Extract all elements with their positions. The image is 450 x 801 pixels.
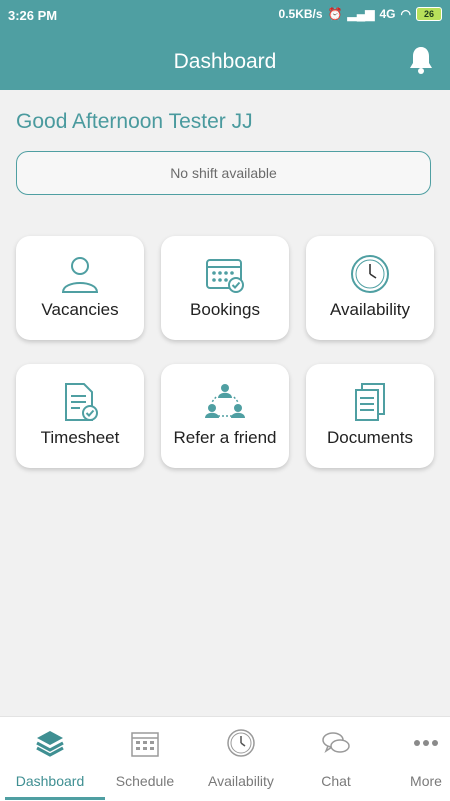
tile-label: Refer a friend [173,428,277,447]
nav-dashboard[interactable]: Dashboard [5,717,105,801]
calendar-check-icon [206,259,244,293]
tile-bookings[interactable]: Bookings [161,236,289,340]
nav-label: Schedule [115,773,175,789]
shift-status-box: No shift available [16,151,431,195]
clock-icon [351,255,389,293]
nav-schedule[interactable]: Schedule [100,717,190,801]
calendar-icon [131,732,159,757]
tile-availability[interactable]: Availability [306,236,434,340]
clock-icon [227,729,255,757]
more-dots-icon [414,740,438,746]
bottom-navigation: Dashboard Schedule Availability Chat Mor… [0,716,450,801]
nav-label: Chat [321,773,351,789]
chat-icon [322,732,350,753]
alarm-icon: ⏰ [327,7,343,21]
tile-timesheet[interactable]: Timesheet [16,364,144,468]
app-bar: Dashboard [0,32,450,90]
greeting-text: Good Afternoon Tester JJ [16,110,253,133]
signal-icon: ▂▄▆ [347,7,375,21]
status-time: 3:26 PM [8,8,58,23]
nav-chat[interactable]: Chat [291,717,381,801]
tile-label: Availability [329,300,410,319]
network-type: 4G [379,7,396,21]
nav-availability[interactable]: Availability [196,717,286,801]
battery-icon: 26 [416,7,442,21]
page-title: Dashboard [173,50,277,73]
tile-label: Timesheet [40,428,120,447]
nav-label: Availability [208,773,274,789]
refer-icon [205,384,245,418]
nav-label: Dashboard [15,773,85,789]
tile-vacancies[interactable]: Vacancies [16,236,144,340]
documents-icon [355,383,385,421]
person-icon [61,257,99,293]
notification-bell-icon[interactable] [408,45,434,75]
wifi-icon: ◠ [400,7,411,21]
tile-label: Documents [327,428,413,447]
tile-label: Vacancies [41,300,119,319]
shift-message: No shift available [170,165,277,181]
tile-documents[interactable]: Documents [306,364,434,468]
status-bar: 3:26 PM 0.5KB/s ⏰ ▂▄▆ 4G ◠ 26 [0,0,450,32]
tile-label: Bookings [190,300,260,319]
layers-icon [36,731,64,757]
nav-more[interactable]: More [381,717,450,801]
network-speed: 0.5KB/s [278,7,323,21]
nav-label: More [410,773,442,789]
timesheet-icon [65,383,98,421]
tile-refer-a-friend[interactable]: Refer a friend [161,364,289,468]
